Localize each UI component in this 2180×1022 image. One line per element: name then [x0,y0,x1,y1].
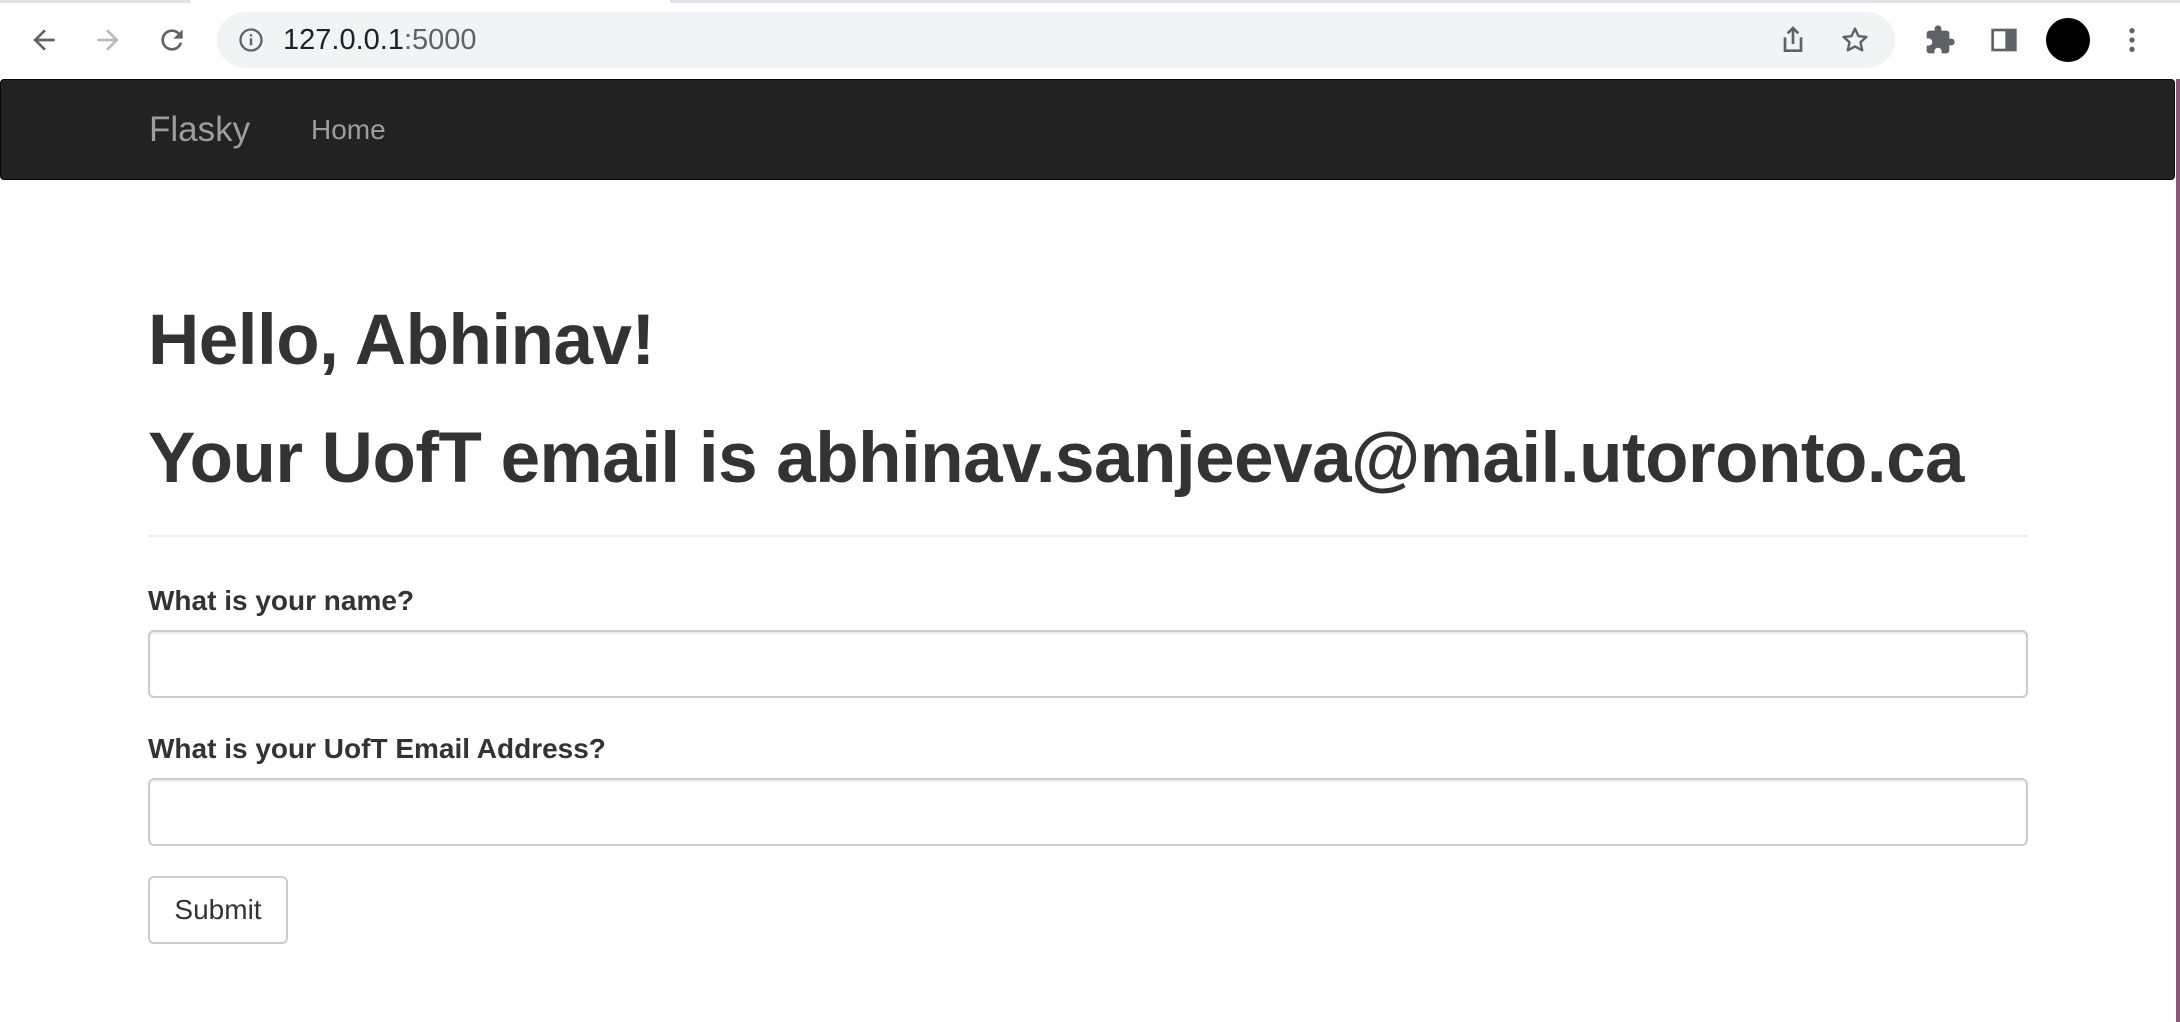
email-input[interactable] [148,778,2028,846]
address-bar[interactable]: 127.0.0.1:5000 [217,12,1895,68]
url-text[interactable]: 127.0.0.1:5000 [283,12,477,68]
greeting-heading: Hello, Abhinav! [148,301,655,380]
profile-avatar[interactable] [2046,18,2090,62]
info-icon[interactable] [237,26,265,54]
forward-arrow-icon[interactable] [84,16,132,64]
navbar-brand[interactable]: Flasky [149,80,250,180]
reload-icon[interactable] [148,16,196,64]
share-icon[interactable] [1777,24,1809,61]
name-input[interactable] [148,630,2028,698]
email-label: What is your UofT Email Address? [148,733,606,764]
tab-strip-edge [0,0,2180,3]
back-arrow-icon[interactable] [20,16,68,64]
url-host: 127.0.0.1 [283,24,404,56]
browser-toolbar: 127.0.0.1:5000 [0,0,2180,79]
extensions-icon[interactable] [1916,16,1964,64]
star-icon[interactable] [1839,24,1871,61]
more-menu-icon[interactable] [2108,16,2156,64]
email-heading: Your UofT email is abhinav.sanjeeva@mail… [148,419,1965,498]
header-divider [148,535,2028,537]
nav-link-home[interactable]: Home [311,80,386,180]
submit-button[interactable]: Submit [148,876,288,944]
url-port: :5000 [403,24,477,56]
page-content: Flasky Home Hello, Abhinav! Your UofT em… [0,79,2176,1022]
window-edge [2176,79,2180,1022]
name-label: What is your name? [148,585,415,616]
side-panel-icon[interactable] [1980,16,2028,64]
top-navbar: Flasky Home [0,79,2175,180]
